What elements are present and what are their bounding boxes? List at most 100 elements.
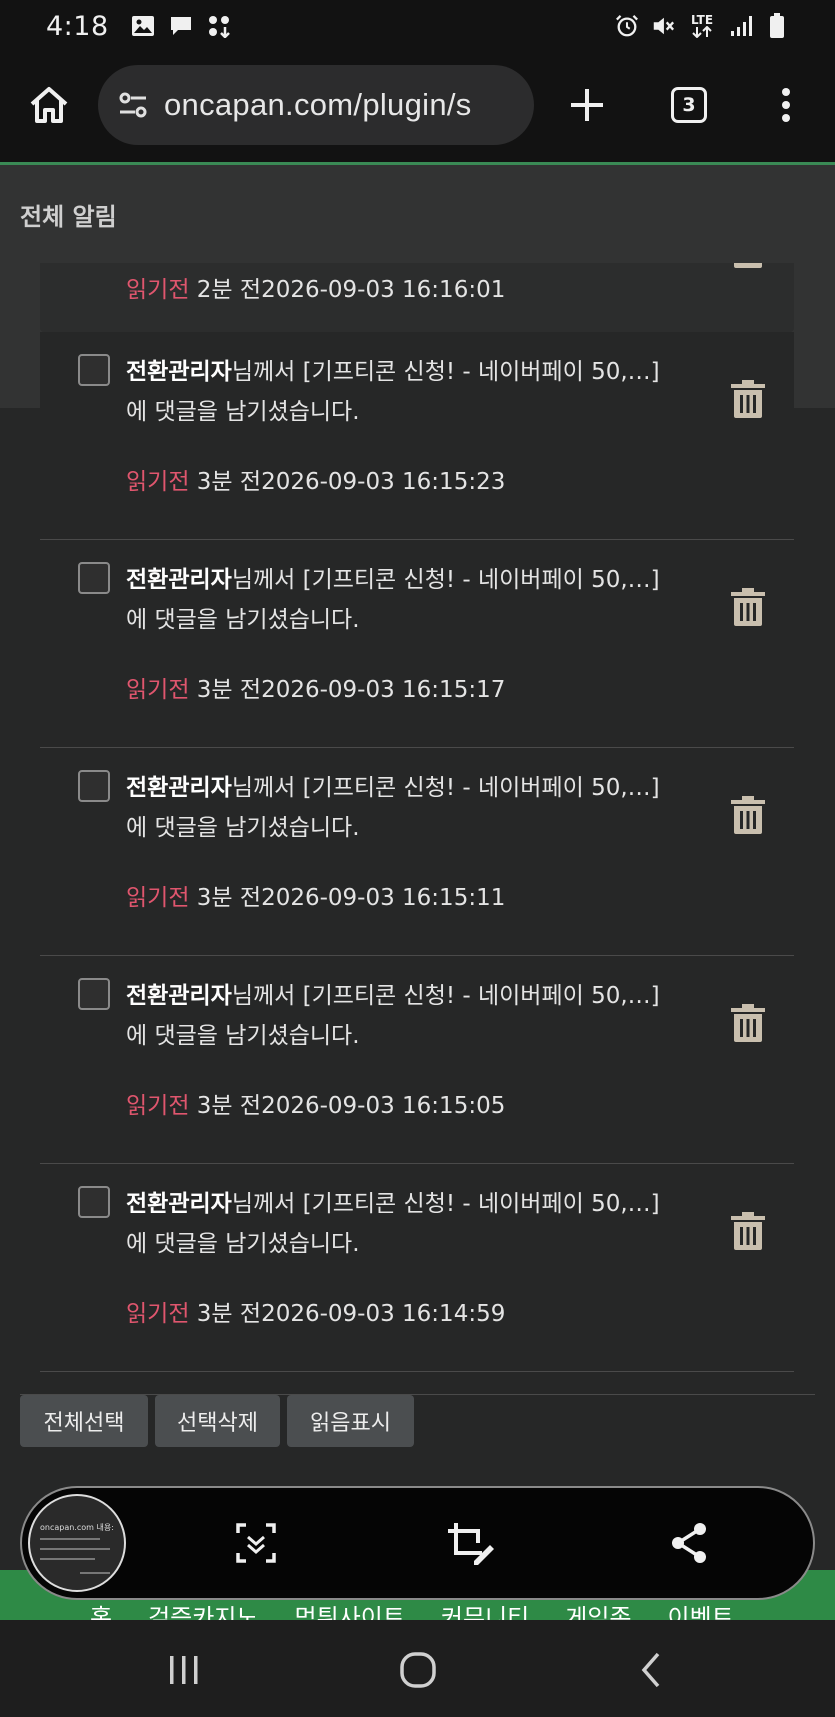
notification-meta: 읽기전 3분 전2026-09-03 16:15:05	[126, 1086, 505, 1120]
trash-icon	[731, 796, 765, 834]
trash-icon	[731, 380, 765, 418]
trash-icon	[731, 588, 765, 626]
recents-icon	[170, 1656, 198, 1684]
scroll-capture-button[interactable]	[234, 1521, 278, 1565]
site-settings-icon[interactable]	[116, 88, 150, 122]
trash-icon	[731, 1004, 765, 1042]
author-name: 전환관리자	[126, 359, 232, 385]
home-icon	[30, 87, 68, 123]
home-circle-icon	[400, 1652, 436, 1688]
gallery-icon	[131, 14, 155, 38]
screenshot-thumbnail[interactable]: oncapan.com 내용:	[28, 1494, 126, 1592]
delete-selected-button[interactable]: 선택삭제	[155, 1395, 280, 1447]
select-checkbox[interactable]	[78, 770, 110, 802]
read-status: 읽기전	[126, 1093, 190, 1119]
notification-text: 전환관리자님께서 [기프티콘 신청! - 네이버페이 50,…] 에 댓글을 남…	[126, 976, 686, 1056]
notification-meta: 읽기전 3분 전2026-09-03 16:15:17	[126, 670, 505, 704]
back-button[interactable]	[632, 1650, 672, 1690]
footer-nav-scam-sites[interactable]: 먹튀사이트	[295, 1598, 405, 1620]
author-name: 전환관리자	[126, 1191, 232, 1217]
relative-time: 2분 전	[196, 277, 262, 303]
notification-item[interactable]: 전환관리자님께서 [기프티콘 신청! - 네이버페이 50,…] 에 댓글을 남…	[40, 540, 794, 748]
delete-button[interactable]	[730, 588, 766, 628]
delete-button[interactable]	[730, 796, 766, 836]
address-bar[interactable]: oncapan.com/plugin/s	[98, 65, 534, 145]
relative-time: 3분 전	[196, 677, 262, 703]
plus-icon	[571, 89, 603, 121]
new-tab-button[interactable]	[566, 84, 608, 126]
browser-menu-button[interactable]	[774, 84, 798, 126]
notification-meta: 읽기전 3분 전2026-09-03 16:15:11	[126, 878, 505, 912]
footer-nav-home[interactable]: 홈	[90, 1598, 112, 1620]
status-time: 4:18	[46, 10, 109, 42]
notification-item[interactable]: 전환관리자님께서 [기프티콘 신청! - 네이버페이 50,…] 에 댓글을 남…	[40, 1164, 794, 1372]
timestamp: 2026-09-03 16:15:17	[261, 677, 506, 703]
relative-time: 3분 전	[196, 469, 262, 495]
delete-button[interactable]	[730, 1004, 766, 1044]
more-vert-icon	[782, 88, 790, 122]
delete-button[interactable]	[730, 380, 766, 420]
notification-text: 전환관리자님께서 [기프티콘 신청! - 네이버페이 50,…] 에 댓글을 남…	[126, 1184, 686, 1264]
page-title: 전체 알림	[20, 202, 117, 231]
system-nav-bar	[0, 1620, 835, 1717]
relative-time: 3분 전	[196, 885, 262, 911]
crop-edit-button[interactable]	[446, 1521, 494, 1565]
battery-icon	[765, 13, 789, 38]
read-status: 읽기전	[126, 1301, 190, 1327]
read-status: 읽기전	[126, 277, 190, 303]
select-checkbox[interactable]	[78, 978, 110, 1010]
author-name: 전환관리자	[126, 567, 232, 593]
mute-icon	[651, 14, 675, 38]
timestamp: 2026-09-03 16:15:23	[261, 469, 506, 495]
page-header: 전체 알림	[0, 165, 835, 263]
read-status: 읽기전	[126, 677, 190, 703]
url-text: oncapan.com/plugin/s	[164, 87, 472, 122]
notification-text: 전환관리자님께서 [기프티콘 신청! - 네이버페이 50,…] 에 댓글을 남…	[126, 768, 686, 848]
chat-icon	[169, 14, 193, 38]
alarm-icon	[615, 14, 639, 38]
read-status: 읽기전	[126, 469, 190, 495]
apps-icon	[207, 14, 231, 38]
relative-time: 3분 전	[196, 1093, 262, 1119]
read-status: 읽기전	[126, 885, 190, 911]
delete-button[interactable]	[730, 1212, 766, 1252]
share-button[interactable]	[667, 1521, 711, 1565]
recents-button[interactable]	[164, 1650, 204, 1690]
select-checkbox[interactable]	[78, 1186, 110, 1218]
notification-item[interactable]: 전환관리자님께서 [기프티콘 신청! - 네이버페이 50,…] 에 댓글을 남…	[40, 956, 794, 1164]
timestamp: 2026-09-03 16:14:59	[261, 1301, 506, 1327]
select-all-button[interactable]: 전체선택	[20, 1395, 148, 1447]
thumbnail-title: oncapan.com 내용:	[40, 1523, 114, 1532]
footer-nav-verified-casino[interactable]: 검증카지노	[148, 1598, 258, 1620]
notification-text: 전환관리자님께서 [기프티콘 신청! - 네이버페이 50,…] 에 댓글을 남…	[126, 560, 686, 640]
timestamp: 2026-09-03 16:16:01	[261, 277, 506, 303]
tab-switcher-button[interactable]: 3	[671, 87, 707, 123]
timestamp: 2026-09-03 16:15:11	[261, 885, 506, 911]
notification-item[interactable]: 전환관리자님께서 [기프티콘 신청! - 네이버페이 50,…] 에 댓글을 남…	[40, 748, 794, 956]
share-icon	[672, 1523, 706, 1563]
system-home-button[interactable]	[398, 1650, 438, 1690]
timestamp: 2026-09-03 16:15:05	[261, 1093, 506, 1119]
notification-text: 전환관리자님께서 [기프티콘 신청! - 네이버페이 50,…] 에 댓글을 남…	[126, 352, 686, 432]
relative-time: 3분 전	[196, 1301, 262, 1327]
mark-read-button[interactable]: 읽음표시	[287, 1395, 414, 1447]
browser-home-button[interactable]	[26, 82, 72, 128]
author-name: 전환관리자	[126, 775, 232, 801]
screen: 4:18 LTE oncapan.com/plugin/s 3 읽기전 2분 전…	[0, 0, 835, 1717]
footer-nav-events[interactable]: 이벤트	[667, 1598, 733, 1620]
select-checkbox[interactable]	[78, 562, 110, 594]
notification-meta: 읽기전 3분 전2026-09-03 16:14:59	[126, 1294, 505, 1328]
back-icon	[641, 1652, 660, 1688]
status-bar: 4:18 LTE	[0, 0, 835, 52]
notification-meta: 읽기전 3분 전2026-09-03 16:15:23	[126, 462, 505, 496]
footer-nav-community[interactable]: 커뮤니티	[441, 1598, 529, 1620]
screenshot-toolbar: oncapan.com 내용:	[20, 1486, 815, 1600]
footer-nav-game-zone[interactable]: 게임존	[565, 1598, 631, 1620]
signal-icon	[729, 14, 753, 38]
browser-toolbar: oncapan.com/plugin/s 3	[0, 52, 835, 162]
notification-item[interactable]: 전환관리자님께서 [기프티콘 신청! - 네이버페이 50,…] 에 댓글을 남…	[40, 332, 794, 540]
trash-icon	[731, 1212, 765, 1250]
scroll-capture-icon	[236, 1523, 276, 1563]
select-checkbox[interactable]	[78, 354, 110, 386]
author-name: 전환관리자	[126, 983, 232, 1009]
